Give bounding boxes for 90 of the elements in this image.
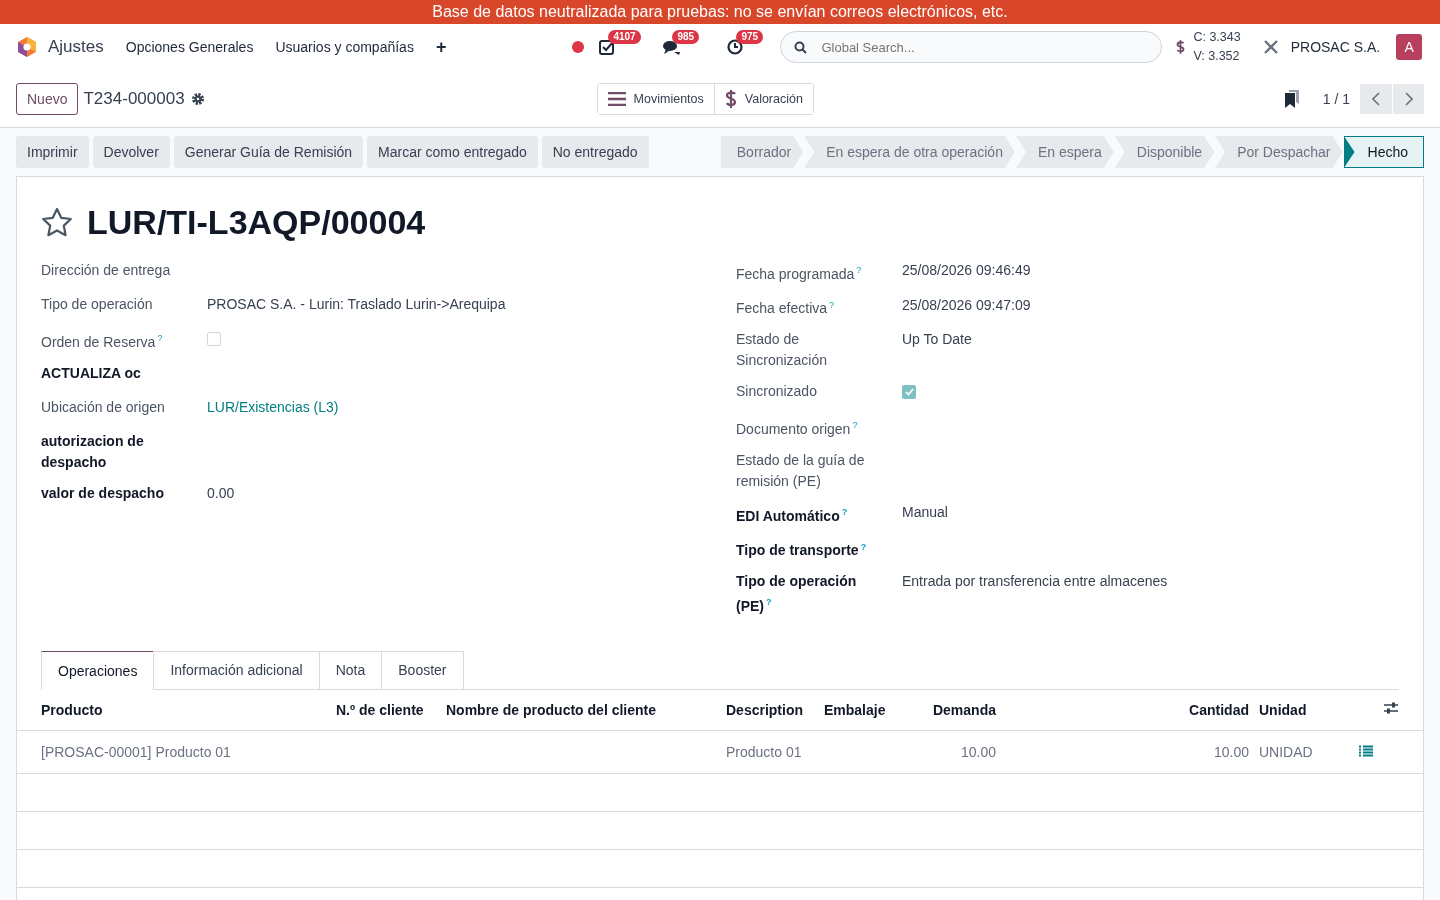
field-label: Estado de la guía de remisión (PE) [736, 451, 865, 489]
table-cell: 10.00 [960, 743, 996, 760]
column-header[interactable]: Producto [41, 701, 103, 718]
user-avatar[interactable]: A [1396, 34, 1423, 60]
hexagon-logo-icon[interactable] [16, 36, 38, 58]
field-label: Sincronizado [736, 383, 818, 400]
status-stage[interactable]: En espera [1015, 136, 1114, 168]
checkbox-icon[interactable] [598, 38, 617, 56]
action-button[interactable]: Imprimir [16, 136, 89, 168]
status-stage[interactable]: En espera de otra operación [804, 136, 1015, 168]
record-title: LUR/TI-L3AQP/00004 [87, 203, 426, 242]
star-icon[interactable] [41, 207, 73, 238]
checkbox[interactable] [902, 385, 916, 400]
counter-badge: 4107 [608, 30, 641, 44]
status-stage[interactable]: Por Despachar [1215, 136, 1343, 168]
company-name[interactable]: PROSAC S.A. [1290, 39, 1381, 55]
field-label: Estado de Sincronización [736, 331, 829, 369]
column-header[interactable]: Unidad [1259, 701, 1307, 718]
dollar-icon[interactable] [1176, 39, 1186, 55]
column-header[interactable]: N.º de cliente [336, 701, 424, 718]
action-button[interactable]: Devolver [92, 136, 170, 168]
table-cell: UNIDAD [1259, 743, 1313, 760]
app-name[interactable]: Ajustes [48, 37, 104, 57]
field-label: autorizacion de despacho [41, 432, 144, 470]
table-cell: Producto 01 [726, 743, 802, 760]
test-database-banner: Base de datos neutralizada para pruebas: no se envían correos electrónicos, etc. [0, 0, 1440, 24]
notebook-tab[interactable]: Operaciones [41, 650, 155, 690]
next-button[interactable] [1392, 83, 1424, 114]
action-button[interactable]: No entregado [541, 136, 649, 168]
column-header[interactable]: Demanda [932, 701, 996, 718]
previous-button[interactable] [1360, 83, 1392, 114]
column-header[interactable]: Cantidad [1189, 701, 1249, 718]
field-value: 25/08/2026 09:47:09 [902, 296, 1031, 313]
column-header[interactable]: Embalaje [824, 701, 886, 718]
field-label: Ubicación de origen [41, 398, 166, 415]
menu-icon [607, 91, 626, 106]
chat-icon[interactable] [662, 38, 683, 56]
check-icon [904, 388, 914, 397]
chevron-right-icon[interactable] [1404, 91, 1413, 106]
menu-item[interactable]: Opciones Generales [125, 39, 254, 55]
column-header[interactable]: Description [726, 701, 803, 718]
field-label: Orden de Reserva$^{?}$ [41, 333, 164, 350]
smart-button[interactable]: Valoración [713, 83, 813, 114]
action-button[interactable]: Marcar como entregado [367, 136, 538, 168]
field-value: Entrada por transferencia entre almacenes [902, 573, 1168, 590]
exchange-rate: C: 3.343 [1193, 29, 1241, 46]
list-icon[interactable] [1359, 744, 1373, 757]
counter-badge: 975 [736, 30, 764, 44]
location-link[interactable]: LUR/Existencias (L3) [207, 398, 339, 415]
field-value: 25/08/2026 09:46:49 [902, 262, 1031, 278]
field-value: PROSAC S.A. - Lurin: Traslado Lurin->Arequipa [207, 296, 506, 312]
record-name: T234-000003 [83, 88, 185, 109]
sliders-icon[interactable] [1383, 701, 1399, 716]
menu-item[interactable]: Usuarios y compañías [275, 39, 414, 55]
field-label: ACTUALIZA oc [41, 364, 142, 381]
chevron-left-icon[interactable] [1372, 91, 1380, 106]
field-value: Manual [902, 503, 948, 520]
gear-icon[interactable] [190, 91, 205, 106]
field-value: 0.00 [207, 484, 235, 501]
status-stage[interactable]: Borrador [720, 136, 804, 168]
table-cell: 10.00 [1213, 743, 1249, 760]
bookmark-icon[interactable] [1284, 89, 1299, 108]
field-label: Fecha programada$^{?}$ [736, 265, 863, 282]
field-label: Documento origen$^{?}$ [736, 420, 859, 437]
status-stage[interactable]: Disponible [1114, 136, 1215, 168]
field-label: valor de despacho [41, 484, 165, 501]
table-cell: [PROSAC-00001] Producto 01 [41, 743, 231, 760]
clock-icon[interactable] [726, 38, 745, 56]
tools-icon[interactable] [1262, 39, 1279, 55]
new-button[interactable]: Nuevo [16, 82, 79, 115]
search-field[interactable]: Global Search... [780, 31, 1163, 63]
search-icon [794, 41, 808, 54]
action-button[interactable]: Generar Guía de Remisión [173, 136, 364, 168]
record-dot-icon[interactable] [572, 41, 585, 53]
field-label: Tipo de operación [41, 296, 154, 312]
status-stage[interactable]: Hecho [1343, 136, 1424, 168]
counter-badge: 985 [672, 30, 700, 44]
checkbox[interactable] [207, 332, 221, 346]
field-label: EDI Automático$^{?}$ [736, 507, 849, 524]
notebook-tab[interactable]: Booster [381, 650, 464, 689]
column-header[interactable]: Nombre de producto del cliente [446, 701, 657, 718]
field-label: Fecha efectiva$^{?}$ [736, 300, 836, 317]
exchange-rate: V: 3.352 [1193, 48, 1241, 65]
field-label: Dirección de entrega [41, 262, 172, 278]
field-label: Tipo de transporte$^{?}$ [736, 542, 868, 559]
pager-value: 1 / 1 [1322, 90, 1350, 107]
add-button[interactable]: + [435, 36, 447, 58]
field-value: Up To Date [902, 331, 972, 348]
dollar-icon [724, 88, 737, 109]
field-label: Tipo de operación (PE)$^{?}$ [736, 573, 857, 614]
